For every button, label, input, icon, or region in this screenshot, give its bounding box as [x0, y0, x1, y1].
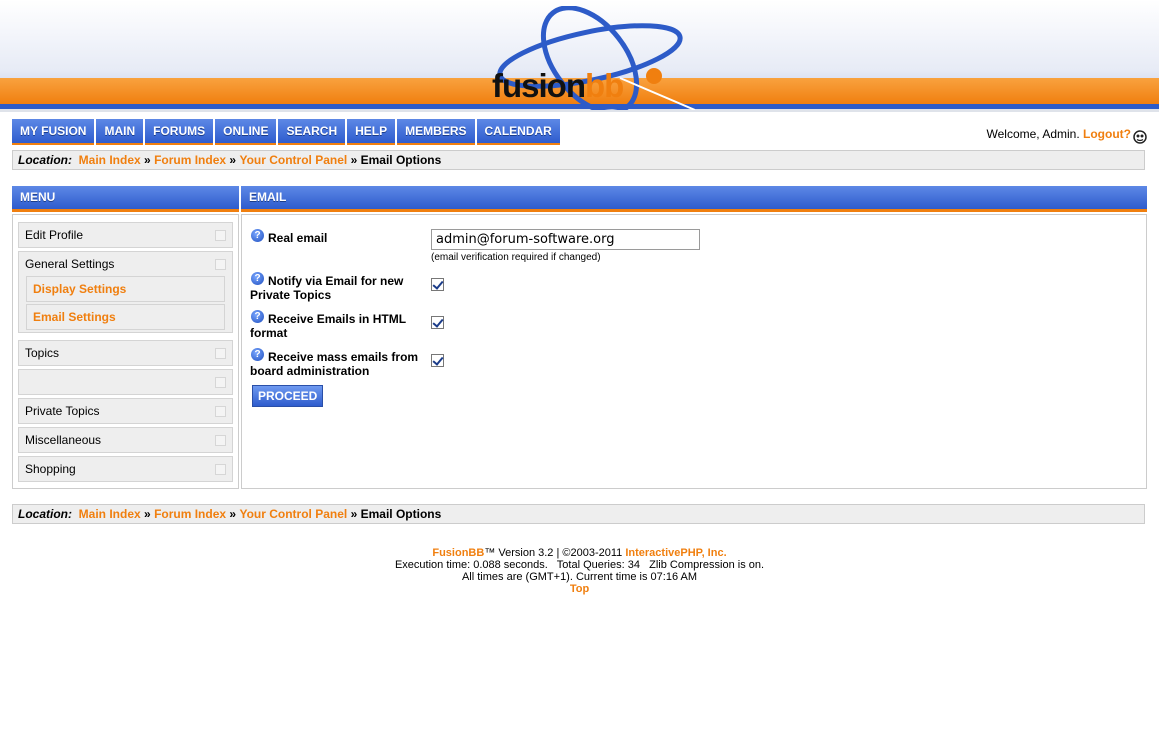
menu-item-label: Private Topics — [25, 404, 100, 418]
help-icon[interactable]: ? — [251, 310, 264, 323]
breadcrumb-separator: » — [350, 507, 358, 521]
breadcrumb-forum-index[interactable]: Forum Index — [154, 153, 226, 167]
expand-box-icon[interactable] — [215, 377, 226, 388]
real-email-hint: (email verification required if changed) — [431, 252, 601, 263]
footer-top-link[interactable]: Top — [570, 583, 589, 595]
breadcrumb-separator: » — [229, 153, 237, 167]
menu-item-label: Shopping — [25, 462, 76, 476]
submenu-email-settings[interactable]: Email Settings — [26, 304, 225, 330]
expand-box-icon[interactable] — [215, 259, 226, 270]
nav-members[interactable]: MEMBERS — [397, 119, 475, 145]
nav-main[interactable]: MAIN — [96, 119, 144, 145]
html-checkbox[interactable] — [431, 316, 444, 329]
logo-text-accent: bb — [584, 67, 624, 104]
expand-box-icon[interactable] — [215, 406, 226, 417]
breadcrumb-separator: » — [144, 507, 151, 521]
expand-box-icon[interactable] — [215, 435, 226, 446]
real-email-input[interactable] — [431, 229, 700, 250]
breadcrumb-current: Email Options — [360, 507, 442, 521]
html-label-line2: format — [250, 326, 288, 340]
html-label-line1: Receive Emails in HTML — [268, 312, 407, 326]
menu-item-private-topics[interactable]: Private Topics — [18, 398, 233, 424]
breadcrumb-control-panel[interactable]: Your Control Panel — [239, 153, 347, 167]
menu-item-miscellaneous[interactable]: Miscellaneous — [18, 427, 233, 453]
mass-label-line1: Receive mass emails from — [268, 350, 419, 364]
menu-item-label: Topics — [25, 346, 60, 360]
logout-icon[interactable] — [1133, 130, 1147, 144]
notify-label-line1: Notify via Email for new — [268, 274, 404, 288]
logout-link[interactable]: Logout? — [1083, 127, 1131, 141]
breadcrumb-bottom: Location: Main Index » Forum Index » You… — [12, 504, 1145, 524]
expand-box-icon[interactable] — [215, 230, 226, 241]
submenu-display-settings[interactable]: Display Settings — [26, 276, 225, 302]
nav-calendar[interactable]: CALENDAR — [476, 119, 560, 145]
menu-item-label: General Settings — [25, 257, 115, 271]
footer-line-1: FusionBB™ Version 3.2 | ©2003-2011 Inter… — [0, 547, 1159, 559]
location-label: Location: — [18, 153, 72, 167]
footer-version: ™ Version 3.2 | ©2003-2011 — [484, 547, 623, 559]
menu-item-blank[interactable] — [18, 369, 233, 395]
main-nav: MY FUSION MAIN FORUMS ONLINE SEARCH HELP… — [12, 119, 560, 145]
nav-search[interactable]: SEARCH — [278, 119, 346, 145]
welcome-text: Welcome, Admin. — [986, 127, 1080, 141]
menu-item-label: Edit Profile — [25, 228, 84, 242]
help-icon[interactable]: ? — [251, 348, 264, 361]
breadcrumb-separator: » — [144, 153, 151, 167]
breadcrumb-control-panel[interactable]: Your Control Panel — [239, 507, 347, 521]
menu-item-shopping[interactable]: Shopping — [18, 456, 233, 482]
breadcrumb-forum-index[interactable]: Forum Index — [154, 507, 226, 521]
menu-item-edit-profile[interactable]: Edit Profile — [18, 222, 233, 248]
nav-forums[interactable]: FORUMS — [145, 119, 214, 145]
menu-item-label: Miscellaneous — [25, 433, 102, 447]
footer-line-2: Execution time: 0.088 seconds. Total Que… — [394, 559, 765, 571]
help-icon[interactable]: ? — [251, 229, 264, 242]
expand-box-icon[interactable] — [215, 348, 226, 359]
logo-text-main: fusion — [492, 67, 586, 104]
help-icon[interactable]: ? — [251, 272, 264, 285]
nav-my-fusion[interactable]: MY FUSION — [12, 119, 95, 145]
breadcrumb-current: Email Options — [360, 153, 442, 167]
notify-label-line2: Private Topics — [250, 288, 332, 302]
mass-label-line2: board administration — [250, 364, 370, 378]
page-footer: FusionBB™ Version 3.2 | ©2003-2011 Inter… — [0, 547, 1159, 595]
menu-item-topics[interactable]: Topics — [18, 340, 233, 366]
breadcrumb-main-index[interactable]: Main Index — [79, 153, 141, 167]
welcome-message: Welcome, Admin. Logout? — [987, 127, 1131, 141]
real-email-label: Real email — [268, 231, 328, 245]
footer-brand-link[interactable]: FusionBB — [432, 547, 484, 559]
notify-checkbox[interactable] — [431, 278, 444, 291]
footer-line-3: All times are (GMT+1). Current time is 0… — [461, 571, 698, 583]
menu-header: MENU — [12, 186, 239, 212]
breadcrumb-top: Location: Main Index » Forum Index » You… — [12, 150, 1145, 170]
location-label: Location: — [18, 507, 72, 521]
mass-email-checkbox[interactable] — [431, 354, 444, 367]
proceed-button[interactable]: PROCEED — [252, 385, 324, 407]
nav-help[interactable]: HELP — [347, 119, 396, 145]
logo-wordmark[interactable]: fusionbb — [492, 66, 624, 106]
footer-company-link[interactable]: InteractivePHP, Inc. — [625, 547, 726, 559]
breadcrumb-main-index[interactable]: Main Index — [79, 507, 141, 521]
nav-online[interactable]: ONLINE — [215, 119, 277, 145]
expand-box-icon[interactable] — [215, 464, 226, 475]
breadcrumb-separator: » — [350, 153, 358, 167]
breadcrumb-separator: » — [229, 507, 237, 521]
email-header: EMAIL — [241, 186, 1147, 212]
